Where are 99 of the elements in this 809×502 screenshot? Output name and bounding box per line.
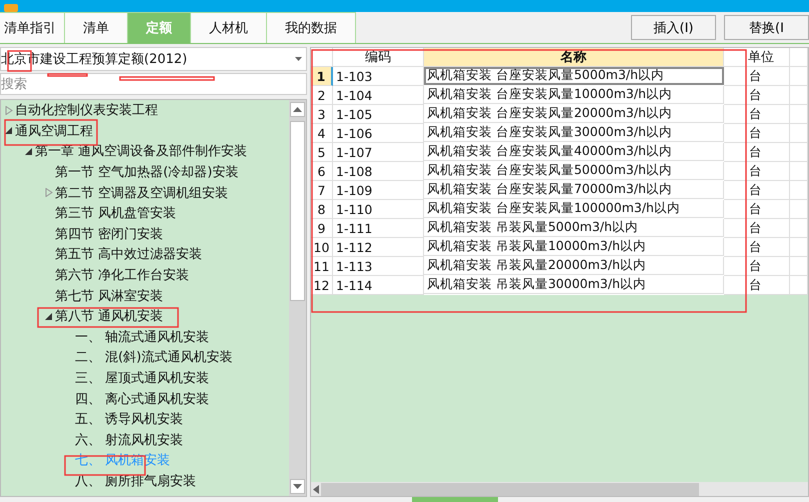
row-number[interactable]: 2 (311, 86, 333, 105)
table-cell: 风机箱安装 台座安装风量5000m3/h以内 (424, 67, 724, 85)
tree-item[interactable]: 第三节 风机盘管安装 (55, 204, 176, 222)
table-cell: 风机箱安装 吊装风量30000m3/h以内 (424, 276, 724, 294)
table-cell: 风机箱安装 台座安装风量10000m3/h以内 (424, 86, 724, 104)
row-number[interactable]: 1 (311, 67, 333, 86)
row-number[interactable]: 9 (311, 219, 333, 238)
panel-splitter-handle[interactable] (412, 497, 498, 502)
table-cell: 台 (724, 276, 790, 295)
empty-cell (790, 219, 808, 238)
empty-cell (790, 143, 808, 162)
dropdown-caret-icon (295, 57, 302, 61)
scroll-down-icon[interactable] (293, 484, 302, 489)
table-cell: 1-113 (333, 257, 424, 276)
table-cell: 1-109 (333, 181, 424, 200)
row-number[interactable]: 7 (311, 181, 333, 200)
scroll-up-icon[interactable] (293, 107, 302, 112)
table-cell: 1-104 (333, 86, 424, 105)
empty-cell (790, 105, 808, 124)
table-cell: 台 (724, 86, 790, 105)
row-number[interactable]: 3 (311, 105, 333, 124)
table-cell: 1-114 (333, 276, 424, 295)
tree-item[interactable]: 第一节 空气加热器(冷却器)安装 (55, 163, 238, 182)
tree-item[interactable]: 第六节 净化工作台安装 (55, 266, 190, 284)
row-number[interactable]: 10 (311, 238, 333, 257)
empty-cell (790, 276, 808, 295)
row-number[interactable]: 4 (311, 124, 333, 143)
empty-cell (790, 181, 808, 200)
search-field[interactable]: 搜索 (0, 73, 307, 95)
table-cell: 台 (724, 200, 790, 219)
tree-item[interactable]: 三、 屋顶式通风机安装 (75, 369, 210, 388)
empty-cell (790, 162, 808, 181)
tab[interactable]: 清单指引 (0, 12, 65, 43)
horizontal-scrollbar[interactable] (311, 482, 808, 496)
table-cell: 台 (724, 105, 790, 124)
row-number[interactable]: 8 (311, 200, 333, 219)
table-cell: 1-110 (333, 200, 424, 219)
vertical-scrollbar[interactable] (289, 100, 306, 496)
table-cell: 1-105 (333, 105, 424, 124)
tree-item[interactable]: 五、 诱导风机安装 (75, 410, 184, 428)
column-header: 单位 (724, 48, 790, 67)
table-cell: 风机箱安装 台座安装风量40000m3/h以内 (424, 143, 724, 161)
column-header: 名称 (424, 48, 724, 67)
empty-cell (790, 200, 808, 219)
tab[interactable]: 我的数据 (266, 12, 356, 43)
tab[interactable]: 人材机 (190, 12, 267, 43)
table-cell: 风机箱安装 吊装风量20000m3/h以内 (424, 257, 724, 275)
expanded-triangle-icon[interactable] (25, 146, 33, 156)
empty-cell (790, 48, 808, 67)
tree-item[interactable]: 四、 离心式通风机安装 (75, 390, 210, 408)
table-cell: 风机箱安装 台座安装风量20000m3/h以内 (424, 105, 724, 123)
tab[interactable]: 清单 (64, 12, 128, 43)
tree-item[interactable]: 第四节 密闭门安装 (55, 224, 164, 243)
empty-cell (790, 67, 808, 86)
table-cell: 台 (724, 257, 790, 276)
scroll-left-icon[interactable] (313, 484, 319, 494)
tree-item[interactable]: 第二节 空调器及空调机组安装 (55, 184, 228, 202)
tree-item[interactable]: 自动化控制仪表安装工程 (15, 101, 158, 120)
tree-item[interactable]: 二、 混(斜)流式通风机安装 (75, 348, 232, 366)
tree-item[interactable]: 第五节 高中效过滤器安装 (55, 245, 202, 264)
empty-cell (790, 257, 808, 276)
insert-button[interactable]: 插入(I) (631, 15, 716, 40)
table-cell: 1-112 (333, 238, 424, 257)
empty-cell (790, 86, 808, 105)
row-number[interactable]: 11 (311, 257, 333, 276)
table-cell: 台 (724, 143, 790, 162)
replace-button[interactable]: 替换(I (724, 15, 809, 40)
tree-item[interactable]: 六、 射流风机安装 (75, 430, 184, 449)
expanded-triangle-icon[interactable] (5, 126, 13, 136)
table-cell: 1-106 (333, 124, 424, 143)
table-cell: 风机箱安装 台座安装风量50000m3/h以内 (424, 162, 724, 180)
table-cell: 1-108 (333, 162, 424, 181)
column-header: 编码 (333, 48, 424, 67)
empty-cell (790, 238, 808, 257)
empty-cell (790, 124, 808, 143)
table-cell: 台 (724, 162, 790, 181)
app-icon (4, 4, 18, 12)
table-cell: 1-103 (333, 67, 424, 86)
table-cell: 风机箱安装 台座安装风量30000m3/h以内 (424, 124, 724, 142)
table-cell: 风机箱安装 台座安装风量100000m3/h以内 (424, 200, 724, 218)
table-cell: 风机箱安装 吊装风量10000m3/h以内 (424, 238, 724, 256)
table-cell: 风机箱安装 吊装风量5000m3/h以内 (424, 219, 724, 237)
tree-item[interactable]: 通风空调工程 (15, 122, 93, 140)
annotation-box (47, 73, 88, 77)
table-cell: 1-107 (333, 143, 424, 162)
tree-item[interactable]: 一、 轴流式通风机安装 (75, 328, 210, 346)
table-cell: 台 (724, 238, 790, 257)
table-cell: 风机箱安装 台座安装风量70000m3/h以内 (424, 181, 724, 199)
row-number[interactable]: 5 (311, 143, 333, 162)
row-number[interactable]: 6 (311, 162, 333, 181)
table-cell: 台 (724, 124, 790, 143)
expanded-triangle-icon[interactable] (45, 312, 53, 321)
table-cell: 台 (724, 67, 790, 86)
tree-item[interactable]: 第七节 风淋室安装 (55, 286, 164, 305)
table-cell: 1-111 (333, 219, 424, 238)
tree-item[interactable]: 第八节 通风机安装 (55, 307, 164, 326)
table-cell: 台 (724, 219, 790, 238)
row-number[interactable]: 12 (311, 276, 333, 295)
table-cell: 台 (724, 181, 790, 200)
